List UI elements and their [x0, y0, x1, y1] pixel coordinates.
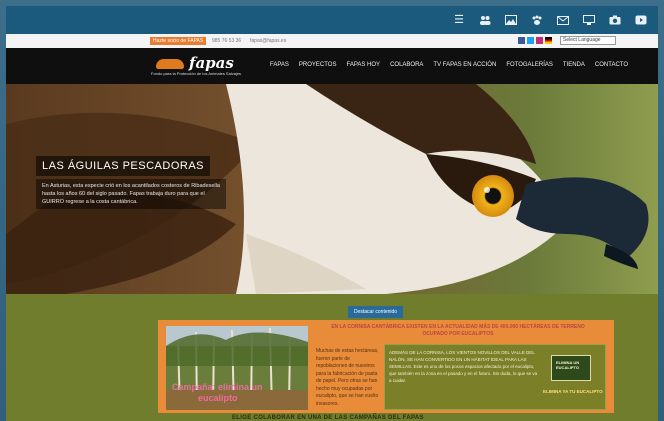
video-icon[interactable]	[634, 13, 648, 27]
logo-mark-icon	[156, 59, 184, 69]
campaign-card[interactable]: EN LA CORNISA CANTÁBRICA EXISTEN EN LA A…	[158, 320, 614, 413]
image-icon[interactable]	[504, 13, 518, 27]
membership-button[interactable]: Hazte socio de FAPAS	[150, 37, 207, 45]
top-icon-bar: ☰	[6, 6, 658, 34]
nav-item-tv-fapas[interactable]: TV FAPAS EN ACCIÓN	[433, 62, 496, 68]
instagram-icon[interactable]	[536, 37, 543, 44]
nav-item-proyectos[interactable]: PROYECTOS	[299, 62, 337, 68]
list-icon[interactable]: ☰	[452, 13, 466, 27]
campaign-thumbnail[interactable]: ELIMINA UN EUCALIPTO	[551, 355, 591, 381]
nav-item-tienda[interactable]: TIENDA	[563, 62, 585, 68]
users-icon[interactable]	[478, 13, 492, 27]
hero-title: LAS ÁGUILAS PESCADORAS	[36, 156, 210, 176]
photo-caption-line-2: eucalipto	[198, 393, 238, 403]
fapas-logo[interactable]: fapas Fondo para la Protección de los An…	[151, 54, 261, 78]
nav-item-contacto[interactable]: CONTACTO	[595, 62, 628, 68]
photo-caption: Campaña: elimina un eucalipto	[172, 382, 263, 404]
hero-caption: LAS ÁGUILAS PESCADORAS En Asturias, esta…	[36, 156, 236, 209]
nav-item-fapas[interactable]: FAPAS	[270, 62, 289, 68]
highlight-content-button[interactable]: Destacar contenido	[348, 306, 404, 318]
paw-icon[interactable]	[530, 13, 544, 27]
campaign-detail-text: ADEMÁS DE LA CORNISA, LOS VIENTOS NOVILL…	[389, 350, 538, 383]
language-select[interactable]: Select Language	[560, 36, 616, 45]
facebook-icon[interactable]	[518, 37, 525, 44]
campaign-thumbnail-label: ELIMINA UN EUCALIPTO	[556, 360, 580, 370]
collaborate-heading: ELIGE COLABORAR EN UNA DE LAS CAMPAÑAS D…	[232, 415, 424, 421]
campaign-detail-box: ADEMÁS DE LA CORNISA, LOS VIENTOS NOVILL…	[384, 344, 606, 410]
nav-item-fotogalerias[interactable]: FOTOGALERÍAS	[506, 62, 553, 68]
twitter-icon[interactable]	[527, 37, 534, 44]
envelope-icon[interactable]	[556, 13, 570, 27]
featured-section: Destacar contenido EN LA CORNISA CANTÁBR…	[6, 294, 658, 421]
logo-word: fapas	[189, 54, 234, 72]
nav-item-fapas-hoy[interactable]: FAPAS HOY	[346, 62, 380, 68]
monitor-icon[interactable]	[582, 13, 596, 27]
camera-icon[interactable]	[608, 13, 622, 27]
nav-item-colabora[interactable]: COLABORA	[390, 62, 423, 68]
phone-number: 985 76 53 36	[212, 38, 242, 44]
social-links	[518, 37, 552, 44]
campaign-description: Muchas de estas hectáreas, fueron parte …	[316, 348, 379, 407]
eucalyptus-photo: Campaña: elimina un eucalipto	[166, 326, 308, 410]
utility-bar: Hazte socio de FAPAS 985 76 53 36 fapas@…	[6, 34, 658, 48]
hero-text: En Asturias, esta especie crió en los ac…	[36, 179, 226, 209]
hero-banner[interactable]: LAS ÁGUILAS PESCADORAS En Asturias, esta…	[6, 84, 658, 294]
main-navbar: fapas Fondo para la Protección de los An…	[6, 48, 658, 84]
nav-menu: FAPAS PROYECTOS FAPAS HOY COLABORA TV FA…	[270, 62, 628, 68]
campaign-heading: EN LA CORNISA CANTÁBRICA EXISTEN EN LA A…	[331, 324, 585, 337]
flag-icon[interactable]	[545, 37, 552, 44]
photo-caption-line-1: Campaña: elimina un	[172, 382, 263, 392]
logo-tagline: Fondo para la Protección de los Animales…	[151, 71, 242, 76]
campaign-link[interactable]: ELIMINA YA TU EUCALIPTO	[543, 389, 603, 394]
email-address[interactable]: fapas@fapas.es	[250, 38, 286, 44]
